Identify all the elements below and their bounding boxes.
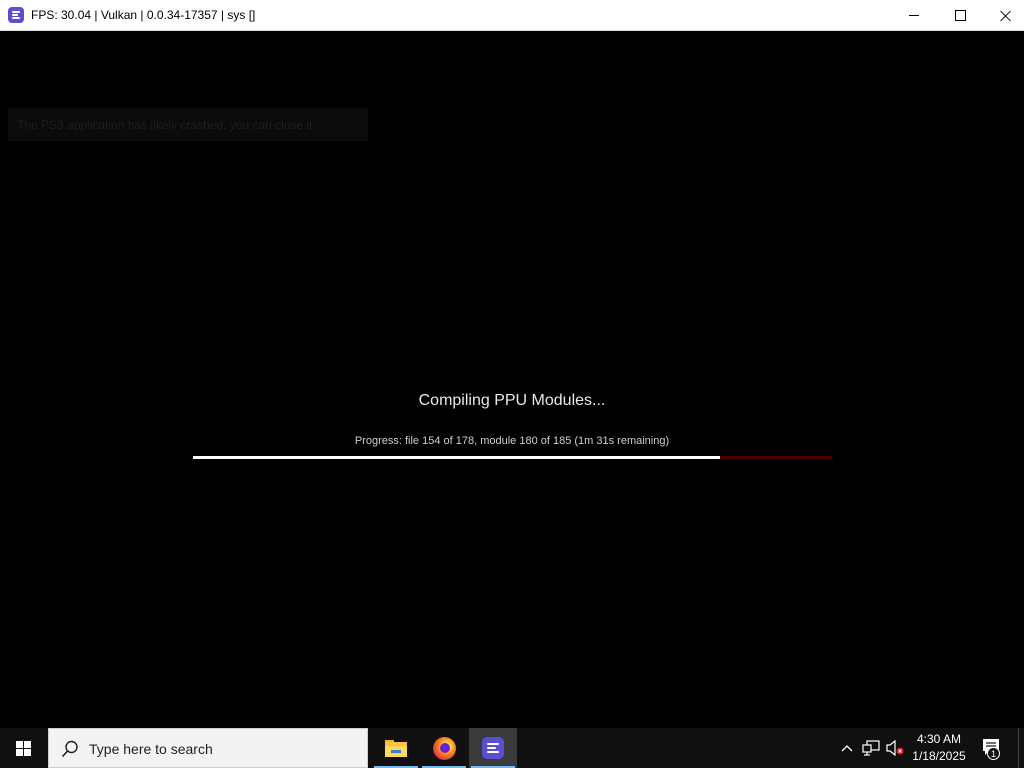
volume-muted-icon — [886, 740, 904, 756]
taskbar: Type here to search 4:30 AM 1/18/2025 1 — [0, 728, 1024, 768]
windows-logo-icon — [16, 741, 32, 757]
faded-notice-text: The PS3 application has likely crashed, … — [17, 118, 316, 132]
close-icon — [1000, 10, 1012, 22]
search-icon — [61, 740, 78, 758]
taskbar-rpcs3[interactable] — [469, 728, 517, 768]
close-button[interactable] — [983, 0, 1024, 31]
search-placeholder: Type here to search — [89, 741, 213, 757]
clock-date: 1/18/2025 — [912, 749, 966, 763]
action-center-button[interactable]: 1 — [978, 728, 1008, 768]
progress-bar-fill — [193, 456, 721, 459]
network-icon — [862, 740, 880, 756]
clock-time: 4:30 AM — [916, 732, 962, 746]
show-hidden-icons-button[interactable] — [836, 728, 858, 768]
progress-bar — [193, 456, 832, 459]
window-title: FPS: 30.04 | Vulkan | 0.0.34-17357 | sys… — [31, 8, 256, 22]
faded-notice-box: The PS3 application has likely crashed, … — [8, 108, 368, 141]
volume-button[interactable] — [884, 728, 906, 768]
compile-title: Compiling PPU Modules... — [418, 392, 606, 409]
maximize-button[interactable] — [937, 0, 983, 31]
chevron-up-icon — [841, 745, 853, 752]
maximize-icon — [954, 10, 966, 21]
taskbar-clock[interactable]: 4:30 AM 1/18/2025 — [906, 728, 972, 768]
show-desktop-button[interactable] — [1018, 728, 1024, 768]
taskbar-firefox[interactable] — [420, 728, 468, 768]
start-button[interactable] — [0, 728, 48, 768]
notification-count-badge: 1 — [987, 747, 1000, 760]
network-button[interactable] — [860, 728, 882, 768]
firefox-icon — [433, 737, 456, 760]
window-title-bar[interactable]: FPS: 30.04 | Vulkan | 0.0.34-17357 | sys… — [0, 0, 1024, 31]
rpcs3-icon — [482, 737, 504, 759]
taskbar-search-box[interactable]: Type here to search — [48, 728, 368, 768]
rpcs3-icon — [8, 7, 24, 23]
minimize-icon — [909, 15, 919, 16]
minimize-button[interactable] — [891, 0, 937, 31]
progress-text: Progress: file 154 of 178, module 180 of… — [354, 435, 670, 447]
file-explorer-icon — [385, 740, 407, 757]
taskbar-file-explorer[interactable] — [372, 728, 420, 768]
